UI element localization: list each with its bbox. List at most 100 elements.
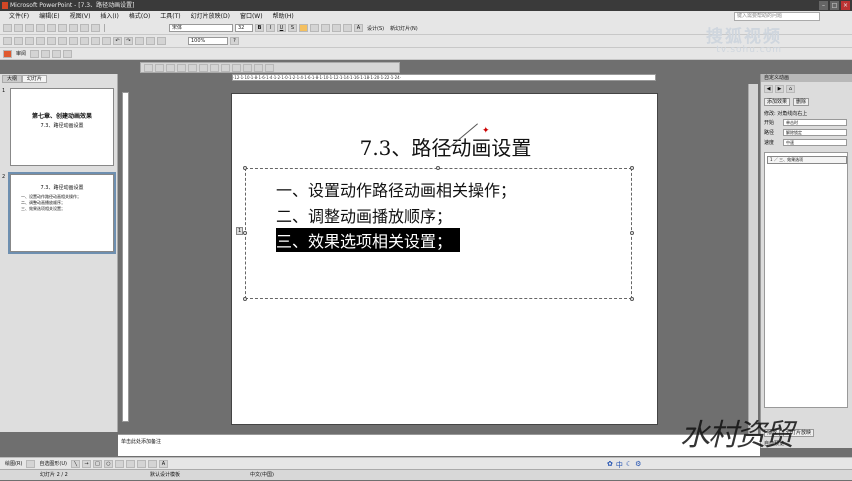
permission-icon[interactable]: [36, 37, 45, 45]
add-effect-button[interactable]: 添加效果: [764, 98, 791, 106]
resize-handle[interactable]: [630, 297, 634, 301]
menu-tools[interactable]: 工具(T): [155, 11, 185, 22]
font-color-icon[interactable]: A: [158, 459, 168, 468]
slide-thumbnail-1[interactable]: 第七章、创建动画效果 7.3、路径动画设置: [10, 88, 114, 166]
arrow-icon[interactable]: →: [81, 459, 91, 468]
open-icon[interactable]: [14, 24, 23, 32]
table-icon[interactable]: [146, 37, 155, 45]
minimize-button[interactable]: –: [819, 1, 828, 10]
notes-pane[interactable]: 单击此处添加备注: [118, 434, 760, 456]
path-select[interactable]: 解除锁定: [783, 129, 847, 136]
undo-icon[interactable]: ↶: [113, 37, 122, 45]
shadow-button[interactable]: S: [288, 24, 297, 32]
wordart-icon[interactable]: [125, 459, 135, 468]
align-left-icon[interactable]: [299, 24, 308, 32]
prev-icon[interactable]: [41, 49, 51, 58]
paste-icon[interactable]: [91, 24, 100, 32]
numbering-icon[interactable]: [332, 24, 341, 32]
resize-handle[interactable]: [630, 166, 634, 170]
slide-canvas[interactable]: 7.3、路径动画设置 ✦ 1 一、设置动作路径动画相关操作； 二、调整动画播放顺…: [231, 93, 658, 425]
remove-effect-button[interactable]: 删除: [793, 98, 810, 106]
tool-5-icon[interactable]: [188, 63, 197, 72]
preview-icon[interactable]: [47, 24, 56, 32]
vertical-scrollbar[interactable]: [748, 84, 758, 434]
copy-icon[interactable]: [91, 37, 100, 45]
tool-2-icon[interactable]: [155, 63, 164, 72]
new-icon[interactable]: [3, 37, 12, 45]
tool-12-icon[interactable]: [265, 63, 274, 72]
fill-color-icon[interactable]: [136, 459, 146, 468]
tool-7-icon[interactable]: [210, 63, 219, 72]
spell-icon[interactable]: [58, 24, 67, 32]
rectangle-icon[interactable]: □: [92, 459, 102, 468]
new-icon[interactable]: [3, 24, 12, 32]
resize-handle[interactable]: [630, 231, 634, 235]
cut-icon[interactable]: [80, 37, 89, 45]
tool-10-icon[interactable]: [243, 63, 252, 72]
bullet-2[interactable]: 二、调整动画播放顺序；: [276, 203, 452, 227]
review-icon[interactable]: [3, 49, 12, 58]
preview-icon[interactable]: [69, 37, 78, 45]
tab-outline[interactable]: 大纲: [2, 75, 23, 83]
resize-handle[interactable]: [436, 166, 440, 170]
redo-icon[interactable]: ↷: [124, 37, 133, 45]
menu-file[interactable]: 文件(F): [4, 11, 34, 22]
tab-slides[interactable]: 幻灯片: [22, 75, 48, 83]
menu-insert[interactable]: 插入(I): [95, 11, 123, 22]
delete-comment-icon[interactable]: [63, 49, 73, 58]
start-select[interactable]: 单击时: [783, 119, 847, 126]
zoom-select[interactable]: 100%: [188, 37, 228, 45]
tool-1-icon[interactable]: [144, 63, 153, 72]
bullet-1[interactable]: 一、设置动作路径动画相关操作；: [276, 177, 516, 201]
slide-thumbnail-2[interactable]: 7.3、路径动画设置 一、设置动作路径动画相关操作； 二、调整动画播放顺序； 三…: [8, 172, 116, 254]
copy-icon[interactable]: [80, 24, 89, 32]
print-icon[interactable]: [36, 24, 45, 32]
design-button[interactable]: 设计(S): [365, 25, 386, 32]
slide-title[interactable]: 7.3、路径动画设置: [232, 132, 659, 161]
bullet-3[interactable]: 三、效果选项相关设置；: [276, 228, 461, 252]
comment-icon[interactable]: [30, 49, 40, 58]
open-icon[interactable]: [14, 37, 23, 45]
tool-3-icon[interactable]: [166, 63, 175, 72]
textbox-icon[interactable]: [114, 459, 124, 468]
home-icon[interactable]: ⌂: [786, 85, 795, 93]
menu-window[interactable]: 窗口(W): [235, 11, 268, 22]
content-textbox[interactable]: 1 一、设置动作路径动画相关操作； 二、调整动画播放顺序； 三、效果选项相关设置…: [236, 166, 634, 301]
help-icon[interactable]: ?: [230, 37, 239, 45]
italic-button[interactable]: I: [266, 24, 275, 32]
menu-format[interactable]: 格式(O): [124, 11, 155, 22]
oval-icon[interactable]: ○: [103, 459, 113, 468]
tool-6-icon[interactable]: [199, 63, 208, 72]
select-icon[interactable]: [26, 459, 36, 468]
new-slide-button[interactable]: 新幻灯片(N): [388, 25, 420, 32]
tool-8-icon[interactable]: [221, 63, 230, 72]
next-icon[interactable]: [52, 49, 62, 58]
menu-edit[interactable]: 编辑(E): [34, 11, 64, 22]
resize-handle[interactable]: [243, 166, 247, 170]
menu-slideshow[interactable]: 幻灯片放映(D): [186, 11, 235, 22]
line-color-icon[interactable]: [147, 459, 157, 468]
draw-menu[interactable]: 绘图(R): [3, 460, 24, 467]
close-button[interactable]: ×: [841, 1, 850, 10]
back-icon[interactable]: ◀: [764, 85, 773, 93]
grid-icon[interactable]: [157, 37, 166, 45]
tool-4-icon[interactable]: [177, 63, 186, 72]
align-right-icon[interactable]: [321, 24, 330, 32]
email-icon[interactable]: [47, 37, 56, 45]
animation-item[interactable]: 1 ／ 三、效果选项: [767, 156, 847, 164]
speed-select[interactable]: 中速: [783, 139, 847, 146]
font-size-select[interactable]: 32: [235, 24, 253, 32]
tool-9-icon[interactable]: [232, 63, 241, 72]
chart-icon[interactable]: [135, 37, 144, 45]
bullets-icon[interactable]: [343, 24, 352, 32]
save-icon[interactable]: [25, 37, 34, 45]
resize-handle[interactable]: [243, 297, 247, 301]
forward-icon[interactable]: ▶: [775, 85, 784, 93]
paste-icon[interactable]: [102, 37, 111, 45]
font-select[interactable]: 宋体: [169, 24, 233, 32]
review-button[interactable]: 审阅: [14, 50, 28, 57]
tool-11-icon[interactable]: [254, 63, 263, 72]
font-color-icon[interactable]: A: [354, 24, 363, 32]
align-center-icon[interactable]: [310, 24, 319, 32]
help-search-input[interactable]: 键入需要帮助的问题: [734, 12, 820, 21]
